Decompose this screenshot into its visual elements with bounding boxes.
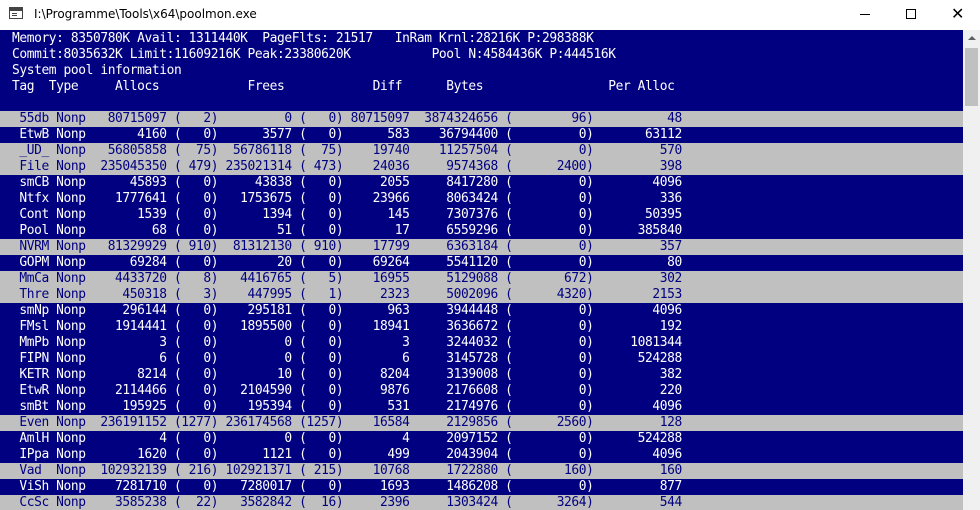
vertical-scrollbar[interactable] — [963, 30, 980, 510]
pool-row: Ntfx Nonp 1777641 ( 0) 1753675 ( 0) 2396… — [12, 191, 682, 206]
pool-row: CcSc Nonp 3585238 ( 22) 3582842 ( 16) 23… — [0, 495, 963, 510]
memory-summary-line: Memory: 8350780K Avail: 1311440K PageFlt… — [12, 31, 594, 46]
pool-row: smBt Nonp 195925 ( 0) 195394 ( 0) 531 21… — [12, 399, 682, 414]
title-bar[interactable]: I:\Programme\Tools\x64\poolmon.exe ✕ — [0, 0, 980, 30]
pool-row: Cont Nonp 1539 ( 0) 1394 ( 0) 145 730737… — [12, 207, 682, 222]
pool-row: MmPb Nonp 3 ( 0) 0 ( 0) 3 3244032 ( 0) 1… — [12, 335, 682, 350]
pool-row: FMsl Nonp 1914441 ( 0) 1895500 ( 0) 1894… — [12, 319, 682, 334]
pool-row: AmlH Nonp 4 ( 0) 0 ( 0) 4 2097152 ( 0) 5… — [12, 431, 682, 446]
pool-row: MmCa Nonp 4433720 ( 8) 4416765 ( 5) 1695… — [0, 271, 963, 287]
pool-row: EtwR Nonp 2114466 ( 0) 2104590 ( 0) 9876… — [12, 383, 682, 398]
maximize-button[interactable] — [888, 0, 934, 30]
pool-info-title: System pool information — [12, 63, 182, 78]
pool-row: smCB Nonp 45893 ( 0) 43838 ( 0) 2055 841… — [12, 175, 682, 190]
pool-row: KETR Nonp 8214 ( 0) 10 ( 0) 8204 3139008… — [12, 367, 682, 382]
pool-row: Vad Nonp 102932139 ( 216) 102921371 ( 21… — [0, 463, 963, 479]
minimize-button[interactable] — [842, 0, 888, 30]
column-headers: Tag Type Allocs Frees Diff Bytes Per All… — [12, 79, 675, 94]
pool-row: File Nonp 235045350 ( 479) 235021314 ( 4… — [0, 159, 963, 175]
scroll-up-arrow-icon[interactable] — [963, 30, 980, 47]
pool-row: smNp Nonp 296144 ( 0) 295181 ( 0) 963 39… — [12, 303, 682, 318]
maximize-icon — [906, 9, 916, 19]
pool-row: Pool Nonp 68 ( 0) 51 ( 0) 17 6559296 ( 0… — [12, 223, 682, 238]
pool-row: ViSh Nonp 7281710 ( 0) 7280017 ( 0) 1693… — [12, 479, 682, 494]
console-window-icon — [9, 7, 23, 19]
pool-row: _UD_ Nonp 56805858 ( 75) 56786118 ( 75) … — [0, 143, 963, 159]
console-output: Memory: 8350780K Avail: 1311440K PageFlt… — [0, 30, 963, 510]
scrollbar-thumb[interactable] — [965, 48, 978, 106]
window-title: I:\Programme\Tools\x64\poolmon.exe — [34, 7, 257, 21]
pool-row: Even Nonp 236191152 (1277) 236174568 (12… — [0, 415, 963, 431]
close-icon: ✕ — [951, 4, 965, 23]
minimize-icon — [860, 14, 870, 15]
pool-row: 55db Nonp 80715097 ( 2) 0 ( 0) 80715097 … — [0, 111, 963, 127]
pool-row: Thre Nonp 450318 ( 3) 447995 ( 1) 2323 5… — [0, 287, 963, 303]
pool-row: GOPM Nonp 69284 ( 0) 20 ( 0) 69264 55411… — [12, 255, 682, 270]
pool-row: NVRM Nonp 81329929 ( 910) 81312130 ( 910… — [0, 239, 963, 255]
pool-row: EtwB Nonp 4160 ( 0) 3577 ( 0) 583 367944… — [12, 127, 682, 142]
pool-row: IPpa Nonp 1620 ( 0) 1121 ( 0) 499 204390… — [12, 447, 682, 462]
commit-summary-line: Commit:8035632K Limit:11609216K Peak:233… — [12, 47, 616, 62]
pool-row: FIPN Nonp 6 ( 0) 0 ( 0) 6 3145728 ( 0) 5… — [12, 351, 682, 366]
close-button[interactable]: ✕ — [934, 0, 980, 30]
